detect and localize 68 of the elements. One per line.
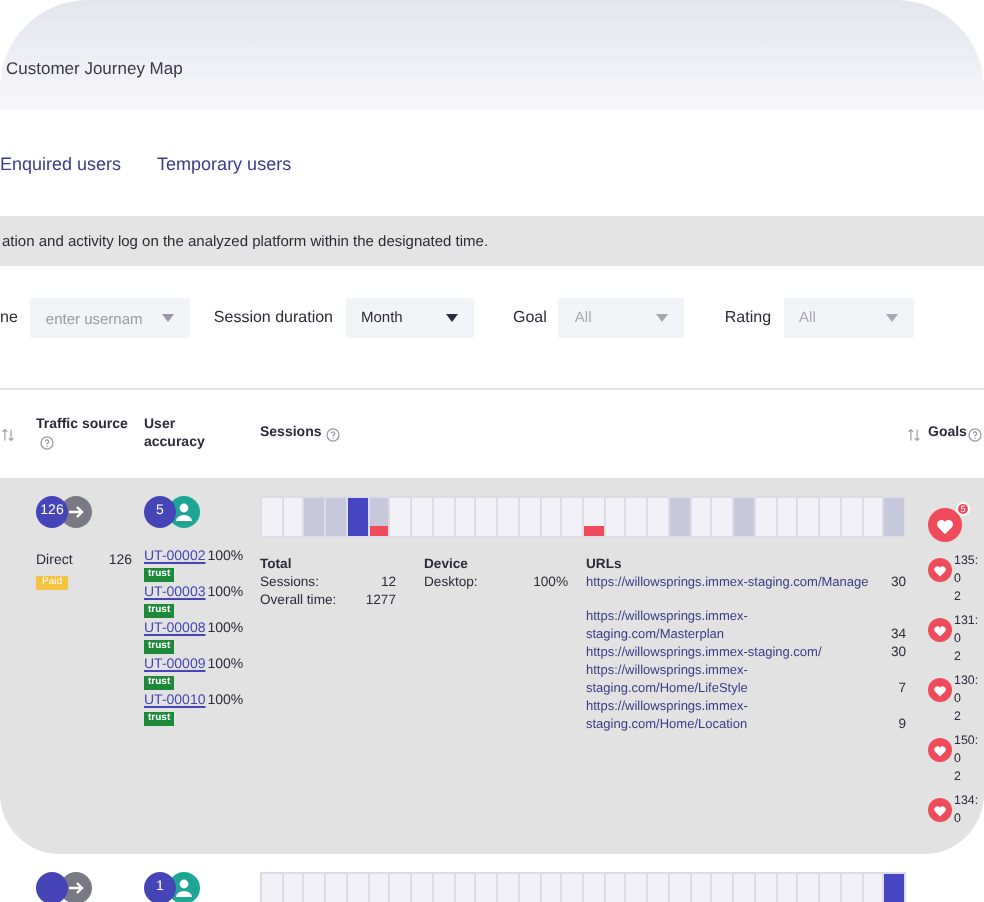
session-cell[interactable] bbox=[605, 874, 627, 902]
session-cell[interactable] bbox=[304, 874, 327, 902]
session-cell[interactable] bbox=[798, 874, 821, 902]
session-cell[interactable] bbox=[369, 874, 391, 902]
count-badge bbox=[36, 872, 68, 902]
session-cell[interactable] bbox=[777, 874, 799, 902]
filter-label: Session duration bbox=[213, 306, 333, 330]
session-cell[interactable] bbox=[262, 874, 284, 902]
session-cell[interactable] bbox=[669, 874, 692, 902]
session-cell[interactable] bbox=[691, 874, 713, 902]
session-cell[interactable] bbox=[691, 498, 713, 536]
sort-icon bbox=[906, 427, 922, 441]
page-title: Customer Journey Map bbox=[6, 56, 183, 82]
session-cell[interactable] bbox=[648, 874, 670, 902]
session-cell[interactable] bbox=[433, 874, 456, 902]
session-cell[interactable] bbox=[734, 874, 756, 902]
session-cell[interactable] bbox=[863, 874, 885, 902]
session-cell[interactable] bbox=[884, 498, 905, 536]
caret-icon bbox=[656, 314, 669, 322]
session-cell[interactable] bbox=[412, 874, 434, 902]
session-cell[interactable] bbox=[541, 874, 563, 902]
session-cell[interactable] bbox=[820, 874, 842, 902]
session-cell[interactable] bbox=[626, 874, 649, 902]
help-icon bbox=[968, 427, 983, 441]
session-cell[interactable] bbox=[562, 874, 585, 902]
session-cell[interactable] bbox=[390, 874, 413, 902]
filter-label: Rating bbox=[724, 306, 772, 330]
session-cell[interactable] bbox=[755, 874, 778, 902]
session-cell[interactable] bbox=[347, 498, 370, 536]
arrow-icon bbox=[60, 872, 92, 902]
user-icon bbox=[168, 872, 200, 902]
user-icon bbox=[168, 496, 200, 528]
filter-label: Goal bbox=[513, 306, 547, 330]
tab[interactable]: Enquired users bbox=[0, 151, 122, 187]
session-cell[interactable] bbox=[476, 874, 499, 902]
session-cell[interactable] bbox=[884, 874, 905, 902]
session-cell[interactable] bbox=[498, 874, 520, 902]
session-cell[interactable] bbox=[669, 498, 692, 536]
alert-mark bbox=[369, 526, 389, 536]
help-icon bbox=[325, 427, 340, 441]
session-cell[interactable] bbox=[712, 874, 735, 902]
sort-icon bbox=[0, 427, 16, 441]
session-cell[interactable] bbox=[562, 498, 585, 536]
filter-label: ne bbox=[0, 306, 18, 330]
session-cell[interactable] bbox=[734, 498, 756, 536]
session-cell[interactable] bbox=[347, 874, 370, 902]
session-cell[interactable] bbox=[369, 498, 391, 536]
alert-mark bbox=[584, 526, 604, 536]
session-cell[interactable] bbox=[390, 498, 413, 536]
session-cell[interactable] bbox=[863, 498, 885, 536]
session-cell[interactable] bbox=[283, 874, 305, 902]
session-cell[interactable] bbox=[648, 498, 670, 536]
session-cell[interactable] bbox=[326, 498, 348, 536]
session-cell[interactable] bbox=[326, 874, 348, 902]
session-cell[interactable] bbox=[304, 498, 327, 536]
session-cell[interactable] bbox=[584, 498, 606, 536]
tab[interactable]: Temporary users bbox=[157, 151, 292, 187]
session-cell[interactable] bbox=[841, 874, 864, 902]
caret-icon bbox=[885, 314, 898, 322]
session-cell[interactable] bbox=[584, 874, 606, 902]
session-cell[interactable] bbox=[712, 498, 735, 536]
session-cell[interactable] bbox=[605, 498, 627, 536]
caret-icon bbox=[445, 314, 457, 322]
session-cell[interactable] bbox=[283, 498, 305, 536]
session-cell[interactable] bbox=[519, 874, 542, 902]
session-cell[interactable] bbox=[755, 498, 778, 536]
session-cell[interactable] bbox=[455, 874, 477, 902]
help-icon bbox=[40, 435, 54, 450]
